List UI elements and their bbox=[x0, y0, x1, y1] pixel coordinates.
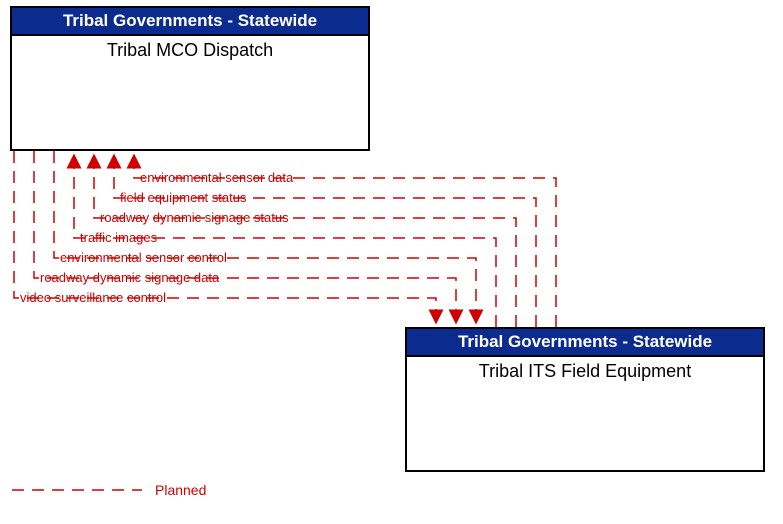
flow-label-env-sensor-control: environmental sensor control bbox=[60, 250, 227, 265]
flow-label-video-surveillance-control: video surveillance control bbox=[20, 290, 166, 305]
node-tribal-its-field-equipment[interactable]: Tribal Governments - Statewide Tribal IT… bbox=[405, 327, 765, 472]
node-tribal-mco-dispatch[interactable]: Tribal Governments - Statewide Tribal MC… bbox=[10, 6, 370, 151]
flow-label-roadway-signage-status: roadway dynamic signage status bbox=[100, 210, 289, 225]
node-bottom-body: Tribal ITS Field Equipment bbox=[407, 357, 763, 386]
node-top-body: Tribal MCO Dispatch bbox=[12, 36, 368, 65]
flow-label-env-sensor-data: environmental sensor data bbox=[140, 170, 293, 185]
flow-label-field-equipment-status: field equipment status bbox=[120, 190, 246, 205]
legend-planned-label: Planned bbox=[155, 482, 206, 498]
flow-label-roadway-signage-data: roadway dynamic signage data bbox=[40, 270, 219, 285]
node-bottom-header: Tribal Governments - Statewide bbox=[407, 329, 763, 357]
node-top-header: Tribal Governments - Statewide bbox=[12, 8, 368, 36]
flow-label-traffic-images: traffic images bbox=[80, 230, 157, 245]
